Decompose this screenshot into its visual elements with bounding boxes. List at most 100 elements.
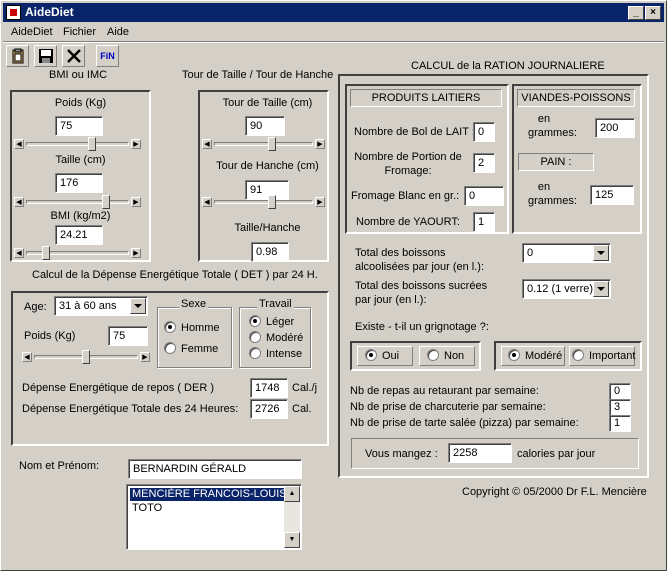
det-poids-label: Poids (Kg) xyxy=(24,330,76,342)
modere-radio[interactable]: Modéré xyxy=(508,349,562,362)
travail-title: Travail xyxy=(257,298,294,310)
sexe-title: Sexe xyxy=(179,298,209,310)
pain-grammes-label: grammes: xyxy=(528,195,577,207)
tour-taille-slider[interactable]: ◀ ▶ xyxy=(202,136,325,152)
scroll-down-icon[interactable]: ▼ xyxy=(284,532,300,548)
bmi-poids-field[interactable]: 75 xyxy=(55,116,103,136)
nom-prenom-field[interactable]: BERNARDIN GÉRALD xyxy=(128,459,302,479)
yaourt-label: Nombre de YAOURT: xyxy=(356,216,460,228)
taille-hanche-ratio-field[interactable]: 0.98 xyxy=(251,242,289,262)
der-label: Dépense Energétique de repos ( DER ) xyxy=(22,382,214,394)
taille-hanche-title: Tour de Taille / Tour de Hanche xyxy=(182,69,334,81)
title-bar[interactable]: AideDiet _ □ xyxy=(3,3,664,22)
sexe-homme-radio[interactable]: Homme xyxy=(164,321,220,334)
det-total-unit: Cal. xyxy=(292,403,312,415)
tour-taille-field[interactable]: 90 xyxy=(245,116,285,136)
person-list-scrollbar[interactable]: ▲ ▼ xyxy=(284,486,300,548)
list-item[interactable]: MENCIÈRE FRANCOIS-LOUIS xyxy=(130,488,289,501)
der-field[interactable]: 1748 xyxy=(250,378,288,398)
sucre-select[interactable]: 0.12 (1 verre) xyxy=(522,279,611,299)
tour-hanche-slider[interactable]: ◀ ▶ xyxy=(202,194,325,210)
fromage-blanc-label: Fromage Blanc en gr.: xyxy=(351,190,460,202)
travail-modere-radio[interactable]: Modéré xyxy=(249,331,303,344)
viandes-en-label: en xyxy=(537,113,551,125)
bmi-taille-field[interactable]: 176 xyxy=(55,173,103,193)
nom-prenom-label: Nom et Prénom: xyxy=(19,460,100,472)
yaourt-field[interactable]: 1 xyxy=(473,212,495,232)
fin-icon[interactable]: FiN xyxy=(96,45,119,67)
person-list[interactable]: MENCIÈRE FRANCOIS-LOUIS TOTO ▲ ▼ xyxy=(126,484,302,550)
close-icon[interactable] xyxy=(62,45,85,67)
fromage-blanc-field[interactable]: 0 xyxy=(464,186,504,206)
bmi-taille-label: Taille (cm) xyxy=(55,154,106,166)
fromage-field[interactable]: 2 xyxy=(473,153,495,173)
det-total-label: Dépense Energétique Totale des 24 Heures… xyxy=(22,403,239,415)
restaurant-label: Nb de repas au retaurant par semaine: xyxy=(350,385,539,397)
app-icon xyxy=(6,5,21,20)
det-age-select[interactable]: 31 à 60 ans xyxy=(54,296,148,316)
chevron-down-icon[interactable] xyxy=(593,245,609,261)
bmi-value-field[interactable]: 24.21 xyxy=(55,225,103,245)
sucre-label-1: Total des boissons sucrées xyxy=(355,280,488,292)
travail-leger-radio[interactable]: Léger xyxy=(249,315,294,328)
app-window: AideDiet _ □ × AideDiet Fichier Aide FiN… xyxy=(0,0,667,571)
alcool-label-2: alcoolisées par jour (en l.): xyxy=(355,261,485,273)
bol-lait-field[interactable]: 0 xyxy=(473,122,495,142)
grignotage-non-radio[interactable]: Non xyxy=(427,349,464,362)
viandes-field[interactable]: 200 xyxy=(595,118,635,138)
menu-fichier[interactable]: Fichier xyxy=(63,26,96,38)
fromage-label-1: Nombre de Portion de xyxy=(354,151,462,163)
det-age-label: Age: xyxy=(24,301,47,313)
bmi-poids-slider[interactable]: ◀ ▶ xyxy=(14,136,141,152)
tour-taille-label: Tour de Taille (cm) xyxy=(222,97,313,109)
close-window-button[interactable]: × xyxy=(645,6,661,20)
tarte-field[interactable]: 1 xyxy=(609,415,631,432)
det-poids-slider[interactable]: ◀ ▶ xyxy=(22,349,150,365)
bmi-value-label: BMI (kg/m2) xyxy=(50,210,111,222)
important-radio[interactable]: Important xyxy=(572,349,635,362)
bmi-taille-slider[interactable]: ◀ ▶ xyxy=(14,194,141,210)
bol-lait-label: Nombre de Bol de LAIT : xyxy=(354,126,475,138)
der-unit: Cal./j xyxy=(292,382,318,394)
chevron-down-icon[interactable] xyxy=(130,298,146,314)
viandes-grammes-label: grammes: xyxy=(528,127,577,139)
ration-title: CALCUL de la RATION JOURNALIERE xyxy=(411,60,605,72)
laitiers-title: PRODUITS LAITIERS xyxy=(371,92,481,104)
tour-hanche-label: Tour de Hanche (cm) xyxy=(216,160,319,172)
menu-bar: AideDiet Fichier Aide xyxy=(3,23,664,41)
sexe-femme-radio[interactable]: Femme xyxy=(164,342,218,355)
alcool-label-1: Total des boissons xyxy=(355,247,446,259)
chevron-down-icon[interactable] xyxy=(593,281,609,297)
fromage-label-2: Fromage: xyxy=(384,165,432,177)
det-poids-field[interactable]: 75 xyxy=(108,326,148,346)
taille-hanche-ratio-label: Taille/Hanche xyxy=(234,222,301,234)
mangez-label: Vous mangez : xyxy=(365,448,438,460)
tarte-label: Nb de prise de tarte salée (pizza) par s… xyxy=(350,417,579,429)
viandes-title: VIANDES-POISSONS xyxy=(521,92,631,104)
charcuterie-label: Nb de prise de charcuterie par semaine: xyxy=(350,401,546,413)
menu-aidediet[interactable]: AideDiet xyxy=(11,26,53,38)
charcuterie-field[interactable]: 3 xyxy=(609,399,631,416)
copyright-text: Copyright © 05/2000 Dr F.L. Mencière xyxy=(462,486,647,498)
sexe-group xyxy=(157,307,232,368)
bmi-title: BMI ou IMC xyxy=(49,69,108,81)
mangez-field[interactable]: 2258 xyxy=(448,443,512,463)
grignotage-oui-radio[interactable]: Oui xyxy=(365,349,399,362)
travail-intense-radio[interactable]: Intense xyxy=(249,347,302,360)
mangez-unit: calories par jour xyxy=(517,448,596,460)
list-item[interactable]: TOTO xyxy=(130,502,164,515)
scroll-up-icon[interactable]: ▲ xyxy=(284,486,300,502)
bmi-value-slider[interactable]: ◀ ▶ xyxy=(14,245,141,261)
menu-aide[interactable]: Aide xyxy=(107,26,129,38)
save-icon[interactable] xyxy=(34,45,57,67)
sucre-label-2: par jour (en l.): xyxy=(355,294,427,306)
pain-field[interactable]: 125 xyxy=(590,185,634,205)
pain-en-label: en xyxy=(537,181,551,193)
det-total-field[interactable]: 2726 xyxy=(250,399,288,419)
clipboard-icon[interactable] xyxy=(6,45,29,67)
minimize-button[interactable]: _ xyxy=(628,6,644,20)
restaurant-field[interactable]: 0 xyxy=(609,383,631,400)
det-title: Calcul de la Dépense Energétique Totale … xyxy=(32,269,318,281)
alcool-select[interactable]: 0 xyxy=(522,243,611,263)
pain-title: PAIN : xyxy=(540,156,572,168)
